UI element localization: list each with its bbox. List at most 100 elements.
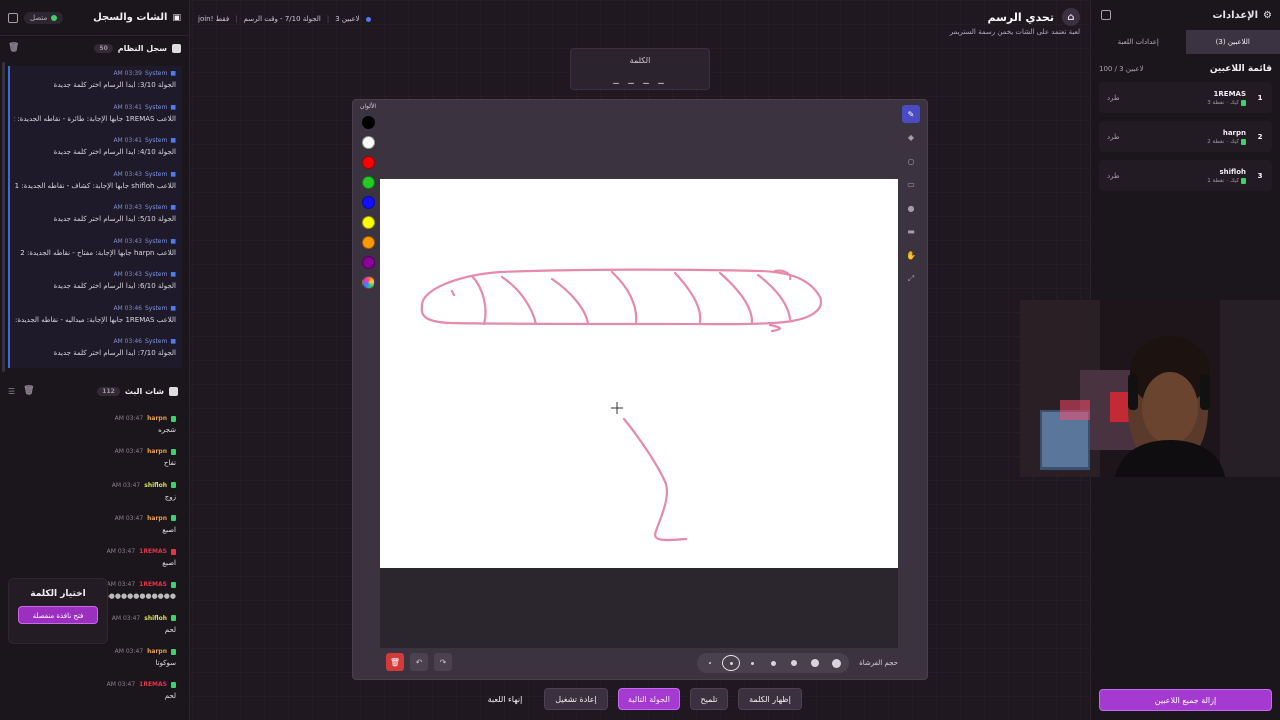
color-swatch-0[interactable] xyxy=(361,116,375,129)
drawing-canvas[interactable] xyxy=(380,179,898,568)
user-badge-icon xyxy=(171,581,176,588)
brush-size-7[interactable] xyxy=(827,655,845,671)
custom-color-picker[interactable] xyxy=(361,276,375,289)
pen-icon[interactable]: ✎ xyxy=(902,105,920,123)
system-log-header[interactable]: 🗑 50 سجل النظام xyxy=(0,37,189,59)
player-points: 2 نقطة xyxy=(1207,138,1225,145)
player-list-header: 100 / 3 لاعبين قائمة اللاعبين xyxy=(1091,64,1280,74)
kick-button[interactable]: طرد xyxy=(1107,172,1120,180)
chat-time: 03:47 AM xyxy=(106,581,136,589)
color-swatch-6[interactable] xyxy=(361,236,375,249)
log-entry: ■ System 03:43 AM الجولة 5/10: ايدا الرسام … xyxy=(8,200,182,234)
chat-panel-title-text: الشات والسجل xyxy=(93,12,168,23)
chat-username[interactable]: 1REMAS xyxy=(139,681,167,688)
system-log-list: ■ System 03:39 AM الجولة 3/10: ايدا الرسام … xyxy=(8,66,182,368)
collapse-settings-icon[interactable] xyxy=(1101,10,1111,20)
log-text: الجولة 4/10: ايدا الرسام اختر كلمة جديدة xyxy=(53,148,176,156)
system-log-title: سجل النظام xyxy=(117,43,167,53)
collapse-panel-icon[interactable] xyxy=(8,12,18,23)
end-game-button[interactable]: إنهاء اللعبة xyxy=(480,688,530,710)
chat-text: تفاح xyxy=(163,459,176,468)
undo-icon[interactable]: ↶ xyxy=(410,653,428,671)
player-list-count: 100 / 3 لاعبين xyxy=(1099,65,1144,73)
color-swatch-3[interactable] xyxy=(361,176,375,189)
remove-all-players-button[interactable]: إزالة جميع اللاعبين xyxy=(1099,689,1272,711)
reveal-word-button[interactable]: إظهار الكلمة xyxy=(738,688,802,710)
redo-icon[interactable]: ↷ xyxy=(434,653,452,671)
clear-log-trash-icon[interactable]: 🗑 xyxy=(8,43,19,53)
log-text: اللاعب 1REMAS جابها الإجابة: ميداليه - ن… xyxy=(14,315,176,324)
log-text: الجولة 3/10: ايدا الرسام اختر كلمة جديدة xyxy=(53,81,176,89)
stroke-segment xyxy=(673,271,702,324)
log-entry: ■ System 03:46 AM اللاعب 1REMAS جابها الإجا… xyxy=(8,300,182,334)
circle-icon[interactable]: ○ xyxy=(902,152,920,170)
rectangle-icon[interactable]: ▭ xyxy=(902,176,920,194)
clear-canvas-trash-icon[interactable]: 🗑 xyxy=(386,653,404,671)
player-rank: 1 xyxy=(1257,93,1263,102)
settings-title-block: الإعدادات ⚙ xyxy=(1213,10,1273,21)
chat-message: shifloh 03:47 AM زوج xyxy=(0,479,186,512)
chat-text: زوج xyxy=(164,492,176,501)
colors-label: الألوان xyxy=(359,103,377,110)
fill-icon[interactable]: ● xyxy=(902,199,920,217)
chat-username[interactable]: harpn xyxy=(147,515,167,522)
log-time: 03:43 AM xyxy=(113,204,142,211)
color-swatch-4[interactable] xyxy=(361,196,375,209)
brush-size-4[interactable] xyxy=(764,655,782,671)
next-round-button[interactable]: الجولة التالية xyxy=(618,688,680,710)
user-badge-icon xyxy=(171,548,176,555)
chat-username[interactable]: harpn xyxy=(147,448,167,455)
kick-button[interactable]: طرد xyxy=(1107,133,1120,141)
clear-chat-trash-icon[interactable]: 🗑 xyxy=(23,386,34,396)
log-scrollbar[interactable] xyxy=(2,62,5,372)
color-swatch-7[interactable] xyxy=(361,256,375,269)
hand-icon[interactable]: ✋ xyxy=(902,246,920,264)
color-swatch-1[interactable] xyxy=(361,136,375,149)
filter-icon[interactable]: ☰ xyxy=(8,387,15,396)
connected-dot-icon xyxy=(51,14,58,21)
log-entry: ■ System 03:41 AM اللاعب 1REMAS جابها الإجا… xyxy=(8,99,182,133)
log-text: اللاعب shifloh جابها الإجابة: كشاف - نقا… xyxy=(14,181,176,190)
kick-platform-icon xyxy=(1241,138,1246,145)
color-swatch-5[interactable] xyxy=(361,216,375,229)
chat-username[interactable]: shifloh xyxy=(144,482,167,489)
tab-game-settings[interactable]: إعدادات اللعبة xyxy=(1091,30,1186,54)
chat-username[interactable]: 1REMAS xyxy=(139,548,167,555)
player-rank: 3 xyxy=(1257,171,1263,180)
log-entry: ■ System 03:39 AM الجولة 3/10: ايدا الرسام … xyxy=(8,66,182,100)
brush-size-selector xyxy=(697,653,850,673)
chat-username[interactable]: shifloh xyxy=(144,615,167,622)
user-badge-icon xyxy=(171,448,176,455)
expand-icon[interactable]: ⤢ xyxy=(902,270,920,288)
tab-players[interactable]: اللاعبين (3) xyxy=(1185,30,1280,54)
brush-size-5[interactable] xyxy=(785,655,803,671)
log-source-icon: ■ xyxy=(170,304,176,312)
home-icon[interactable]: ⌂ xyxy=(1062,8,1080,26)
player-name: shifloh xyxy=(1219,167,1246,176)
chat-username[interactable]: 1REMAS xyxy=(139,581,167,588)
chat-username[interactable]: harpn xyxy=(147,648,167,655)
log-source-icon: ■ xyxy=(170,137,176,144)
kick-button[interactable]: طرد xyxy=(1107,94,1120,102)
chat-username[interactable]: harpn xyxy=(147,415,167,422)
settings-header: الإعدادات ⚙ xyxy=(1091,0,1280,30)
color-swatch-2[interactable] xyxy=(361,156,375,169)
brush-size-1[interactable] xyxy=(701,655,719,671)
chat-bubble-icon: ▣ xyxy=(172,12,181,23)
log-time: 03:39 AM xyxy=(113,70,142,77)
player-rank: 2 xyxy=(1257,132,1263,141)
brush-size-6[interactable] xyxy=(806,655,824,671)
line-icon[interactable]: ▬ xyxy=(902,223,920,241)
live-chat-header[interactable]: ☰ 🗑 112 شات البث xyxy=(0,380,186,402)
player-platform: كيك xyxy=(1230,138,1239,145)
brush-size-2[interactable] xyxy=(722,655,741,671)
separator: · xyxy=(1226,138,1229,145)
player-points: 3 نقطة xyxy=(1207,99,1225,106)
chat-message: harpn 03:47 AM تفاح xyxy=(0,445,186,478)
hint-button[interactable]: تلميح xyxy=(690,688,728,710)
open-popup-button[interactable]: فتح نافذة منفصلة xyxy=(18,606,98,624)
brush-size-3[interactable] xyxy=(743,655,761,671)
restart-button[interactable]: إعادة تشغيل xyxy=(544,688,608,710)
top-bar: join! فقط | الجولة 7/10 - وقت الرسم | 3 … xyxy=(192,0,1090,40)
eraser-icon[interactable]: ◆ xyxy=(902,129,920,147)
